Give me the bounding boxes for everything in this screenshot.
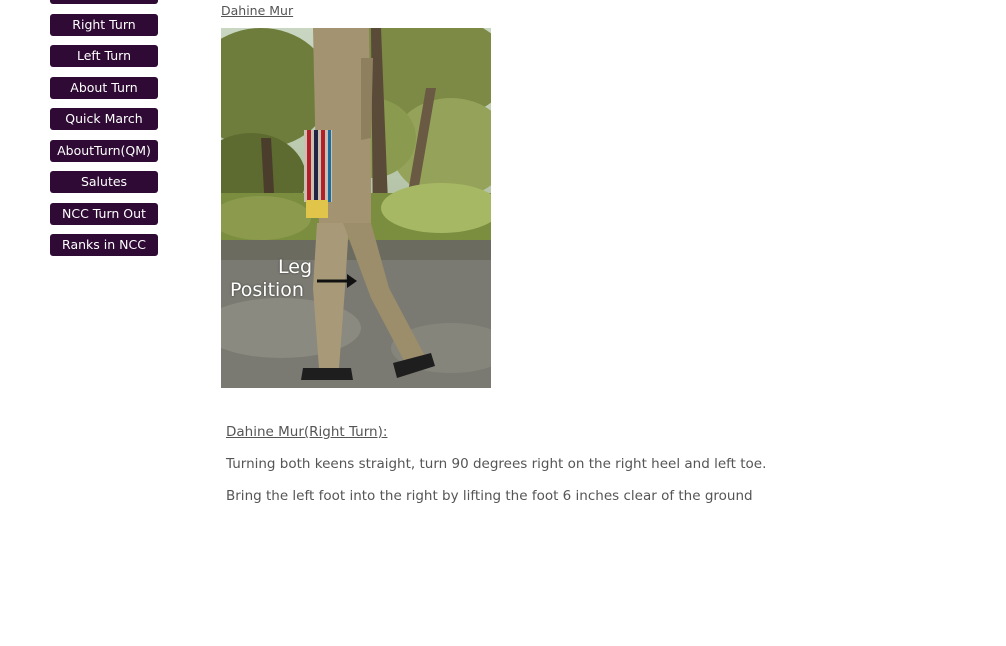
nav-item-about-turn-qm[interactable]: AboutTurn(QM) [50,139,158,162]
position-label: Position [230,279,304,301]
nav-item-left-turn[interactable]: Left Turn [50,45,158,67]
breadcrumb-link[interactable]: Dahine Mur [221,3,293,18]
nav-item-ranks-in-ncc[interactable]: Ranks in NCC [50,234,158,256]
nav-item-right-turn[interactable]: Right Turn [50,13,158,36]
instruction-paragraph-1: Turning both keens straight, turn 90 deg… [226,456,767,472]
leg-position-photo: Leg Position [221,28,491,388]
nav-item-previous[interactable] [50,0,158,4]
nav-item-about-turn[interactable]: About Turn [50,76,158,99]
photo-graphic [221,28,491,388]
nav-item-ncc-turn-out[interactable]: NCC Turn Out [50,202,158,225]
leg-label: Leg [278,256,313,278]
nav-item-quick-march[interactable]: Quick March [50,108,158,130]
section-heading: Dahine Mur(Right Turn): [226,424,388,440]
nav-item-salutes[interactable]: Salutes [50,171,158,193]
instruction-paragraph-2: Bring the left foot into the right by li… [226,488,753,504]
sidebar-nav: Right Turn Left Turn About Turn Quick Ma… [50,0,158,266]
